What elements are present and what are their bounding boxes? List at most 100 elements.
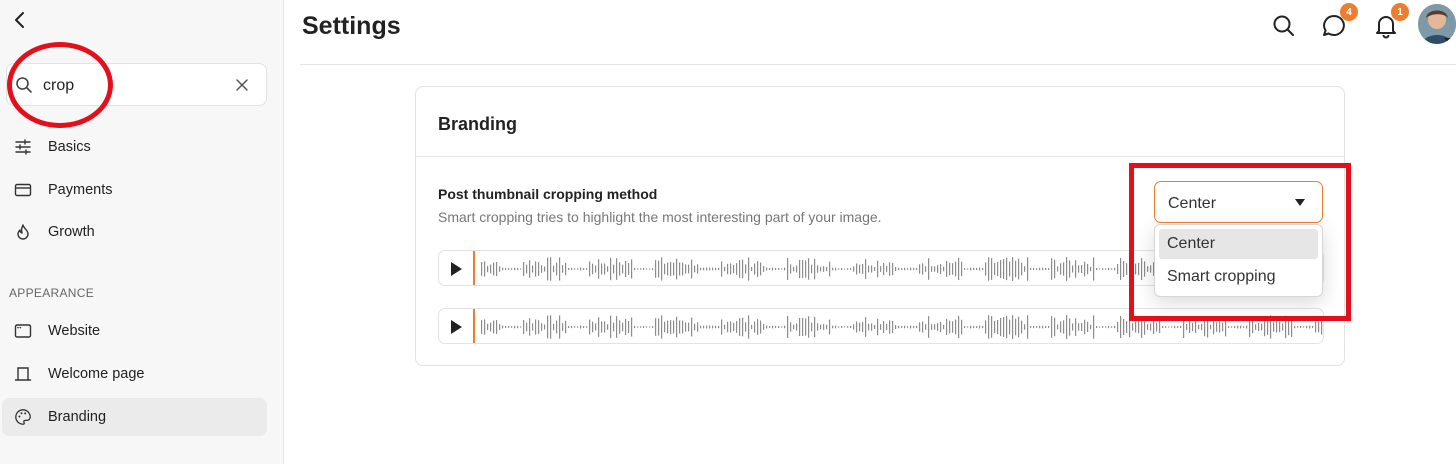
waveform-bar (556, 262, 558, 276)
waveform-bar (853, 324, 855, 330)
waveform-bar (1273, 322, 1275, 332)
waveform-bar (961, 261, 963, 277)
waveform-bar (862, 322, 864, 332)
avatar[interactable] (1418, 4, 1456, 44)
waveform-bar (688, 264, 690, 274)
waveform-bar (979, 325, 981, 329)
waveform-bar (997, 320, 999, 334)
waveform-bar (574, 326, 576, 328)
waveform-bar (700, 267, 702, 271)
waveform-bar (664, 321, 666, 333)
waveform-bar (958, 315, 960, 339)
landing-page-icon (14, 367, 32, 381)
waveform-bar (802, 260, 804, 278)
avatar-photo (1418, 4, 1456, 44)
waveform-bar (721, 261, 723, 277)
waveform-bar (793, 324, 795, 330)
sidebar-item-basics[interactable]: Basics (2, 128, 267, 166)
waveform-bar (607, 324, 609, 330)
playhead[interactable] (473, 251, 475, 285)
sidebar-item-payments[interactable]: Payments (2, 171, 267, 209)
waveform-bar (985, 320, 987, 334)
search-input[interactable] (43, 72, 223, 99)
waveform-bar (592, 321, 594, 333)
waveform-bar (994, 262, 996, 276)
waveform-bar (940, 321, 942, 333)
waveform-bar (1069, 260, 1071, 278)
waveform-bar (790, 322, 792, 332)
waveform-bar (925, 324, 927, 330)
waveform-bar (1039, 267, 1041, 271)
waveform-bar (853, 266, 855, 272)
waveform-bar (481, 320, 483, 334)
waveform-bar (532, 323, 534, 331)
search-icon[interactable] (1271, 13, 1297, 39)
waveform-bar (778, 326, 780, 328)
waveform-bar (1162, 325, 1164, 329)
waveform-bar (1123, 261, 1125, 277)
cropping-method-select[interactable]: Center (1154, 181, 1323, 223)
waveform-bar (955, 261, 957, 277)
waveform-bar (517, 325, 519, 329)
waveform-bar (562, 323, 564, 331)
waveform-bar (946, 260, 948, 278)
waveform-bar (1081, 264, 1083, 274)
waveform-bar (1135, 321, 1137, 333)
waveform-bar (685, 322, 687, 332)
waveform-bar (1126, 321, 1128, 333)
waveform-bar (781, 268, 783, 270)
waveform-bar (793, 266, 795, 272)
waveform-bar (724, 266, 726, 272)
section-label-appearance: APPEARANCE (9, 286, 95, 300)
waveform-bar (604, 321, 606, 333)
waveform-bar (1126, 263, 1128, 275)
waveform-bar (604, 263, 606, 275)
playhead[interactable] (473, 309, 475, 343)
waveform-bar (1219, 321, 1221, 333)
sidebar-item-welcome-page[interactable]: Welcome page (2, 355, 267, 393)
waveform-bar (886, 323, 888, 331)
waveform-bar (586, 326, 588, 328)
sidebar-item-website[interactable]: Website (2, 312, 267, 350)
waveform-bar (1201, 323, 1203, 331)
waveform-bar (541, 323, 543, 331)
waveform-bar (613, 264, 615, 274)
waveform-bar (499, 324, 501, 330)
waveform-bar (1033, 267, 1035, 271)
waveform-bar (1216, 322, 1218, 332)
sidebar-item-branding[interactable]: Branding (2, 398, 267, 436)
sidebar-item-growth[interactable]: Growth (2, 213, 267, 251)
option-center[interactable]: Center (1159, 229, 1318, 259)
waveform-bar (565, 262, 567, 276)
waveform[interactable] (479, 309, 1324, 344)
play-icon[interactable] (447, 260, 465, 278)
waveform-bar (619, 320, 621, 334)
waveform-bar (547, 315, 549, 339)
waveform-bar (1066, 257, 1068, 281)
waveform-bar (880, 266, 882, 272)
waveform-bar (847, 326, 849, 328)
waveform-bar (937, 265, 939, 273)
waveform-bar (913, 267, 915, 271)
waveform-bar (817, 323, 819, 331)
waveform-bar (886, 265, 888, 273)
waveform-bar (502, 267, 504, 271)
waveform-bar (505, 267, 507, 271)
waveform-bar (1009, 261, 1011, 277)
waveform-bar (994, 320, 996, 334)
waveform-bar (847, 268, 849, 270)
page-title: Settings (302, 12, 401, 40)
back-button[interactable] (8, 8, 32, 32)
waveform-bar (511, 326, 513, 328)
waveform-bar (580, 325, 582, 329)
waveform-bar (826, 324, 828, 330)
waveform-bar (814, 258, 816, 280)
clear-search-icon[interactable] (233, 76, 251, 94)
waveform-bar (676, 316, 678, 338)
waveform-bar (736, 263, 738, 275)
option-smart-cropping[interactable]: Smart cropping (1159, 262, 1318, 292)
waveform-bar (1294, 325, 1296, 329)
waveform-bar (1024, 266, 1026, 272)
play-icon[interactable] (447, 318, 465, 336)
waveform-bar (760, 262, 762, 276)
